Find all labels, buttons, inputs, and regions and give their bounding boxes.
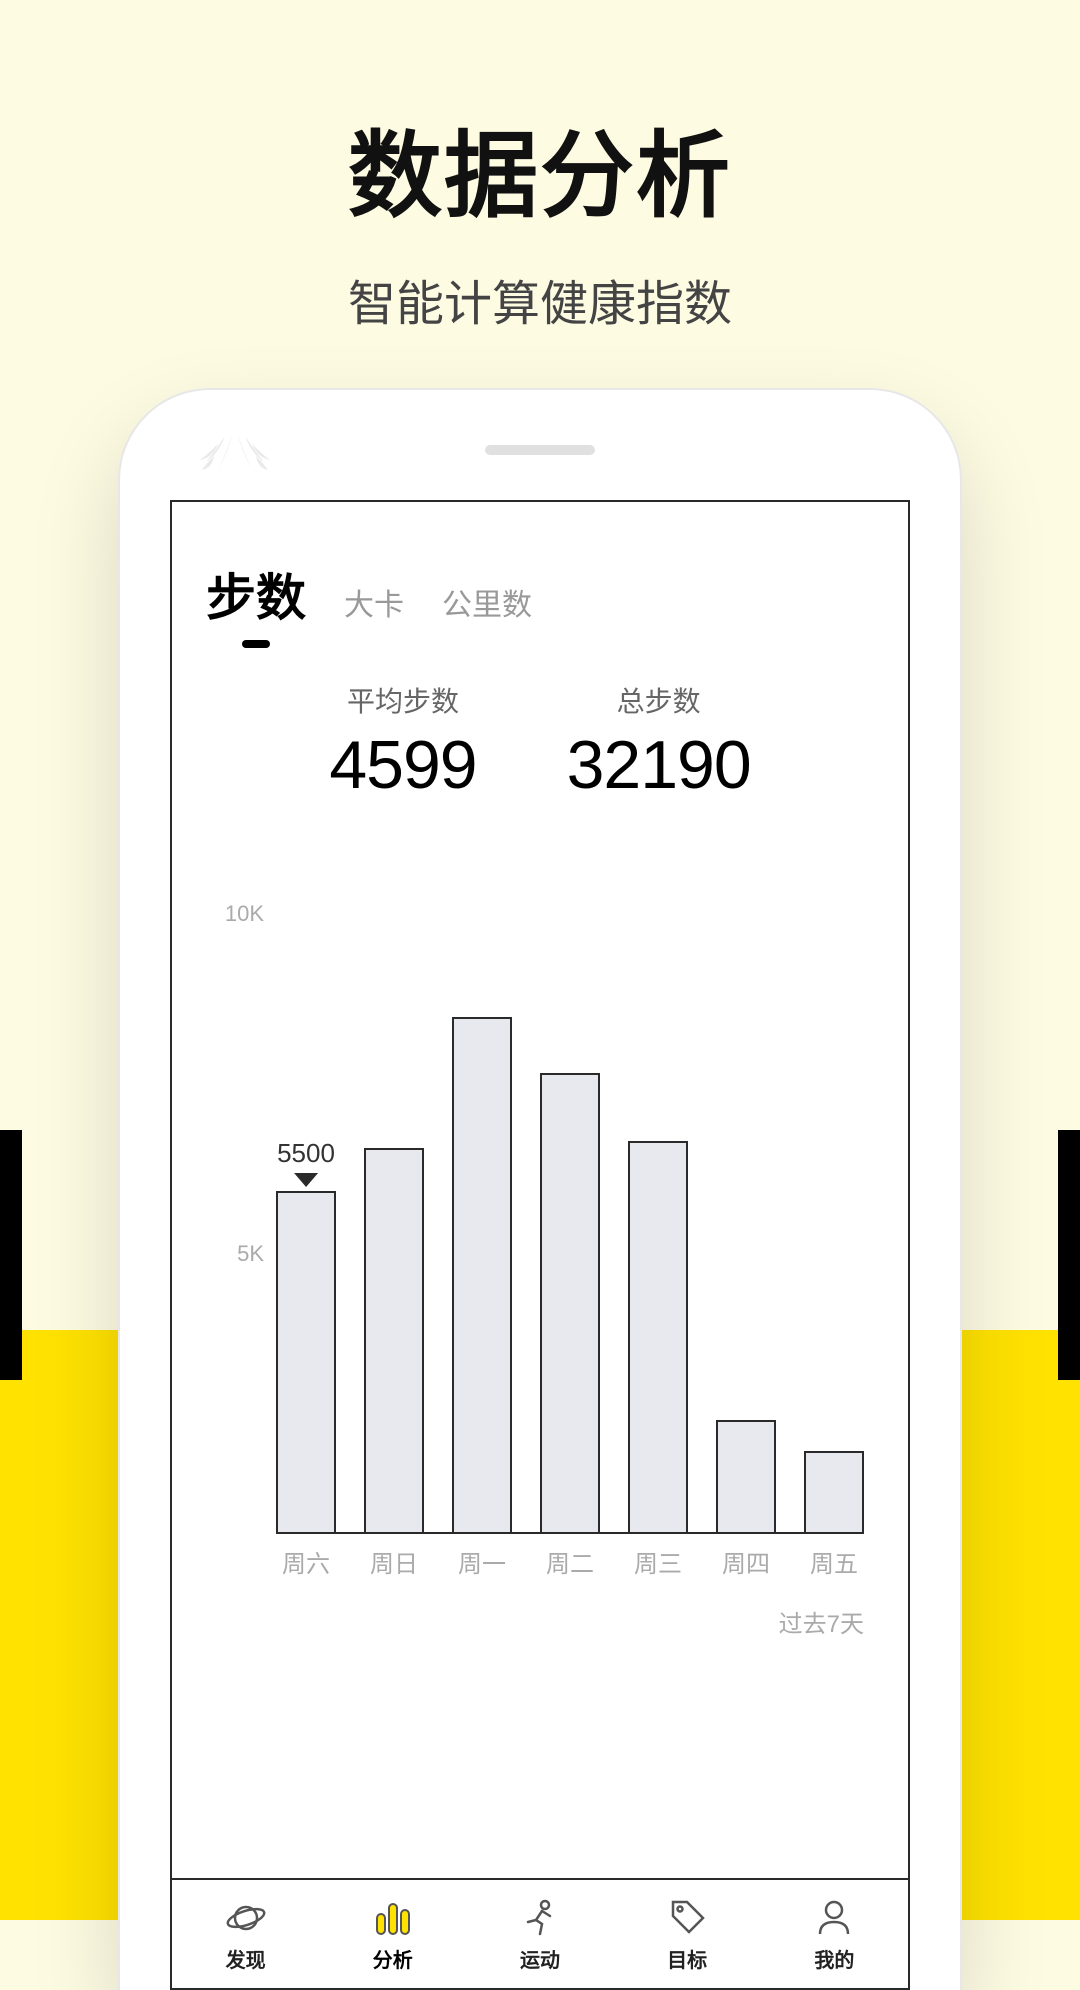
nav-mine[interactable]: 我的 [812, 1896, 856, 1973]
bar-tooltip: 5500 [277, 1138, 335, 1187]
stat-total: 总步数 32190 [567, 680, 751, 804]
chart-range-label: 过去7天 [206, 1604, 874, 1639]
x-tick: 周三 [628, 1544, 688, 1594]
nav-label: 分析 [373, 1944, 413, 1973]
x-tick: 周四 [716, 1544, 776, 1594]
bar [540, 1073, 600, 1532]
nav-label: 我的 [814, 1944, 854, 1973]
bar [628, 1141, 688, 1532]
huawei-logo-icon [200, 432, 270, 482]
phone-screen: 步数大卡公里数 平均步数 4599 总步数 32190 10K 5K 5500 … [170, 500, 910, 1990]
tab-calories[interactable]: 大卡 [344, 580, 404, 624]
planet-icon [224, 1896, 268, 1940]
nav-label: 发现 [226, 1944, 266, 1973]
stat-total-value: 32190 [567, 726, 751, 804]
x-tick: 周二 [540, 1544, 600, 1594]
bar [452, 1017, 512, 1532]
bottom-nav: 发现 分析 运动 目标 我的 [172, 1878, 908, 1988]
bar [364, 1148, 424, 1532]
person-icon [812, 1896, 856, 1940]
phone-speaker [485, 445, 595, 455]
stat-total-label: 总步数 [567, 680, 751, 720]
tag-icon [665, 1896, 709, 1940]
bar-周三[interactable] [628, 1141, 688, 1532]
tab-distance[interactable]: 公里数 [442, 580, 532, 624]
page-subtitle: 智能计算健康指数 [0, 264, 1080, 334]
bars-icon [371, 1896, 415, 1940]
runner-icon [518, 1896, 562, 1940]
main-content: 步数大卡公里数 平均步数 4599 总步数 32190 10K 5K 5500 … [172, 502, 908, 1878]
nav-goal[interactable]: 目标 [665, 1896, 709, 1973]
x-tick: 周日 [364, 1544, 424, 1594]
stats-row: 平均步数 4599 总步数 32190 [206, 680, 874, 804]
nav-discover[interactable]: 发现 [224, 1896, 268, 1973]
bar [716, 1420, 776, 1532]
metric-tabs: 步数大卡公里数 [206, 558, 874, 630]
y-tick-5k: 5K [237, 1241, 264, 1267]
bar [276, 1191, 336, 1532]
nav-label: 目标 [667, 1944, 707, 1973]
stat-average: 平均步数 4599 [329, 680, 476, 804]
bar-周四[interactable] [716, 1420, 776, 1532]
bar-周二[interactable] [540, 1073, 600, 1532]
x-tick: 周五 [804, 1544, 864, 1594]
hero-section: 数据分析 智能计算健康指数 [0, 0, 1080, 334]
bar-周一[interactable] [452, 1017, 512, 1532]
steps-bar-chart: 10K 5K 5500 周六周日周一周二周三周四周五 [206, 914, 874, 1594]
stat-average-label: 平均步数 [329, 680, 476, 720]
bar-周日[interactable] [364, 1148, 424, 1532]
y-tick-10k: 10K [225, 901, 264, 927]
nav-sport[interactable]: 运动 [518, 1896, 562, 1973]
bar-周五[interactable] [804, 1451, 864, 1532]
x-tick: 周六 [276, 1544, 336, 1594]
phone-frame: 步数大卡公里数 平均步数 4599 总步数 32190 10K 5K 5500 … [120, 390, 960, 1990]
bar [804, 1451, 864, 1532]
bar-周六[interactable]: 5500 [276, 1191, 336, 1532]
tab-steps[interactable]: 步数 [206, 558, 306, 630]
stat-average-value: 4599 [329, 726, 476, 804]
x-axis: 周六周日周一周二周三周四周五 [276, 1544, 864, 1594]
x-tick: 周一 [452, 1544, 512, 1594]
page-title: 数据分析 [0, 100, 1080, 236]
nav-label: 运动 [520, 1944, 560, 1973]
nav-analysis[interactable]: 分析 [371, 1896, 415, 1973]
